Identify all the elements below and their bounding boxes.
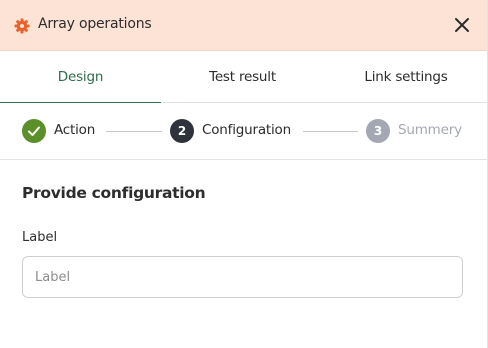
tab-bar: Design Test result Link settings	[0, 51, 488, 103]
panel-header: Array operations	[0, 0, 488, 51]
step-summery[interactable]: 3 Summery	[366, 119, 466, 143]
section-title: Provide configuration	[22, 184, 206, 202]
label-input[interactable]	[22, 256, 463, 298]
panel-title: Array operations	[38, 16, 152, 32]
progress-stepper: Action 2 Configuration 3 Summery	[0, 103, 488, 160]
tab-link-settings[interactable]: Link settings	[324, 51, 488, 103]
step-configuration-number: 2	[170, 119, 194, 143]
tab-design[interactable]: Design	[0, 51, 161, 103]
tab-link-settings-label: Link settings	[364, 69, 448, 85]
gear-icon	[14, 18, 30, 34]
step-configuration-label: Configuration	[202, 122, 291, 138]
close-icon[interactable]	[453, 16, 471, 34]
step-action[interactable]: Action	[22, 119, 102, 143]
step-summery-number: 3	[366, 119, 390, 143]
label-field-label: Label	[22, 230, 58, 245]
array-operations-panel: Array operations Design Test result Link…	[0, 0, 488, 348]
step-connector	[106, 131, 162, 132]
step-connector	[303, 131, 358, 132]
step-action-label: Action	[54, 122, 96, 138]
step-action-check-icon	[22, 119, 46, 143]
tab-design-label: Design	[57, 69, 104, 85]
tab-test-result-label: Test result	[209, 69, 276, 85]
tab-test-result[interactable]: Test result	[161, 51, 324, 103]
step-summery-label: Summery	[398, 122, 462, 138]
step-configuration[interactable]: 2 Configuration	[170, 119, 300, 143]
